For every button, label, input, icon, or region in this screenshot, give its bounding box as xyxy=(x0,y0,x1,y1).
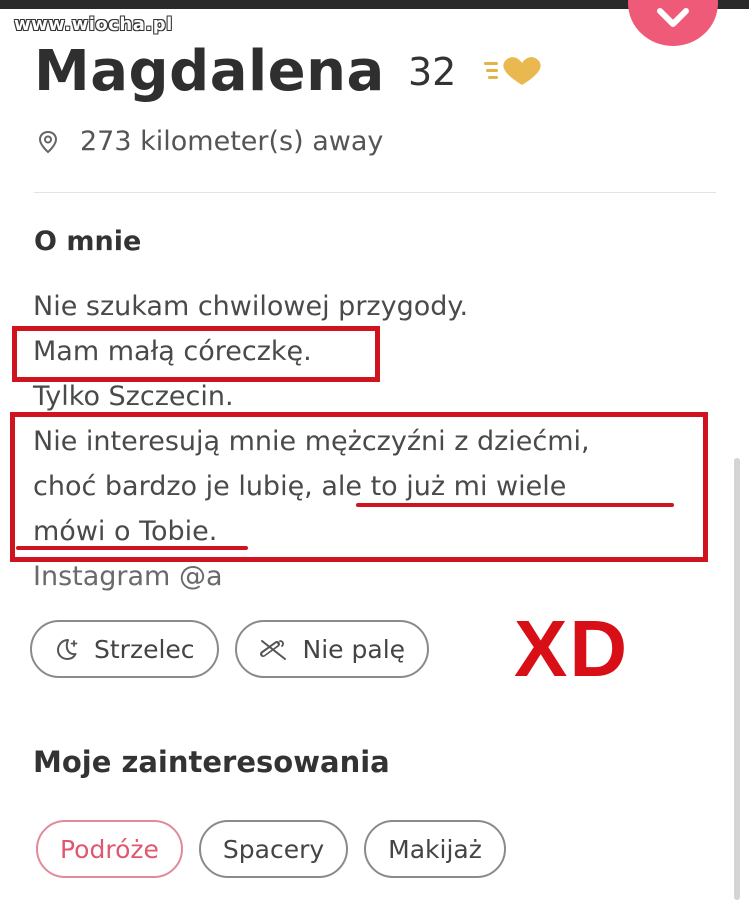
interest-chip[interactable]: Makijaż xyxy=(364,820,506,878)
interest-label: Spacery xyxy=(222,834,325,864)
about-heading: O mnie xyxy=(34,226,142,257)
location-pin-icon xyxy=(38,130,58,153)
interest-label: Makijaż xyxy=(388,834,482,864)
interest-chip[interactable]: Podróże xyxy=(36,820,183,878)
tag-chip[interactable]: Nie palę xyxy=(234,620,430,678)
gold-heart-icon xyxy=(484,57,541,85)
tag-label: Nie palę xyxy=(302,634,406,664)
interests-heading: Moje zainteresowania xyxy=(33,745,390,779)
interests-list: Podróże Spacery Makijaż xyxy=(36,820,522,878)
underline-mark xyxy=(356,503,674,507)
profile-tags: Strzelec Nie palę xyxy=(30,620,445,678)
chevron-down-icon xyxy=(657,8,689,27)
highlight-box xyxy=(12,326,380,382)
distance-text: 273 kilometer(s) away xyxy=(80,126,384,157)
moon-sparkle-icon xyxy=(57,639,78,660)
tag-label: Strzelec xyxy=(94,634,195,664)
profile-name: Magdalena xyxy=(34,39,385,104)
divider xyxy=(34,192,716,193)
bio-line: Nie szukam chwilowej przygody. xyxy=(33,291,469,322)
like-button[interactable] xyxy=(628,0,718,46)
location-row: 273 kilometer(s) away xyxy=(34,126,383,157)
scrollbar[interactable] xyxy=(734,458,740,900)
highlight-box xyxy=(10,412,708,562)
profile-age: 32 xyxy=(408,50,457,94)
xd-annotation: XD xyxy=(514,604,630,693)
interest-label: Podróże xyxy=(60,834,159,864)
watermark: www.wiocha.pl xyxy=(14,14,173,35)
interest-chip[interactable]: Spacery xyxy=(198,820,349,878)
no-smoking-icon xyxy=(259,640,286,660)
underline-mark xyxy=(16,546,248,550)
tag-chip[interactable]: Strzelec xyxy=(30,620,219,678)
